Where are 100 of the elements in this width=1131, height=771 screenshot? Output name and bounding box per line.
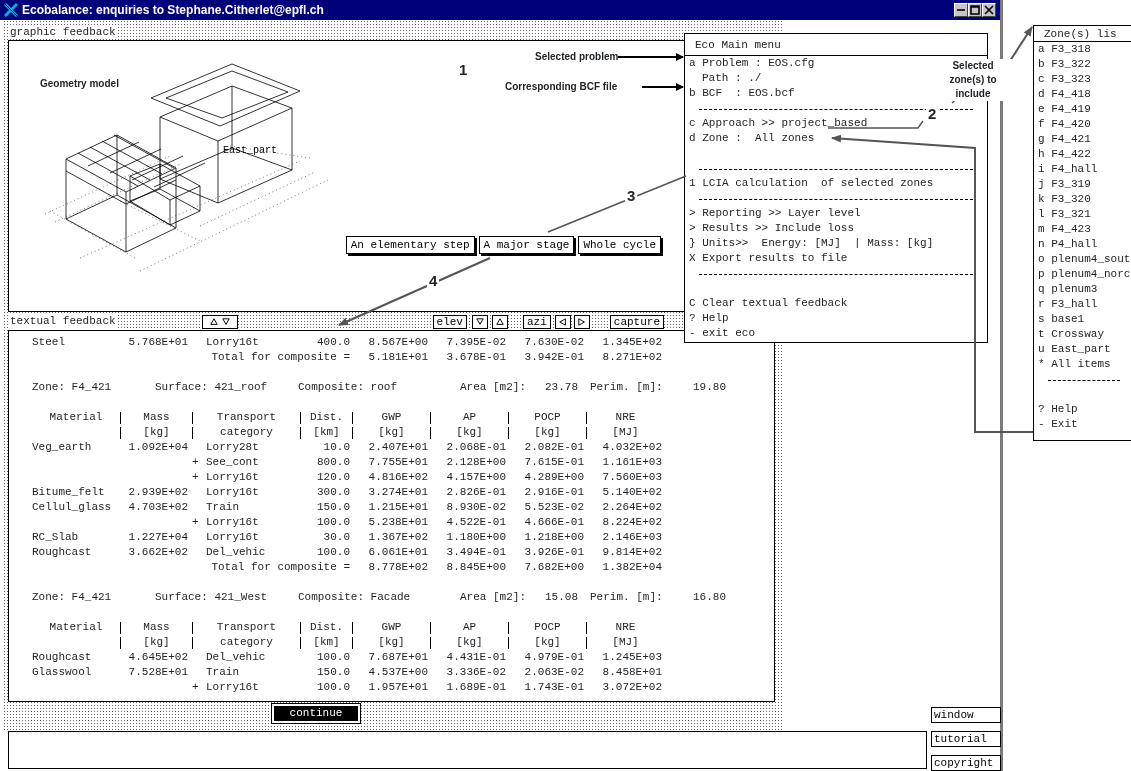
menu-item[interactable]: q plenum3 (1038, 283, 1098, 295)
menu-item[interactable]: c F3_323 (1038, 73, 1091, 85)
table-cell: 2.939E+02 (128, 486, 188, 498)
column-header: [kg] (534, 426, 561, 438)
menu-item[interactable]: m F4_423 (1038, 223, 1091, 235)
maximize-icon (970, 5, 980, 15)
up-button[interactable] (491, 314, 508, 329)
side-button[interactable]: copyright (931, 755, 1001, 771)
menu-item[interactable]: p plenum4_norc (1038, 268, 1131, 280)
right-triangle-icon (577, 317, 586, 326)
table-cell: 2.826E-01 (446, 486, 506, 498)
menu-item[interactable]: } Units>> Energy: [MJ] | Mass: [kg] (689, 237, 934, 249)
table-cell: 30.0 (323, 531, 350, 543)
toolbar-button[interactable]: azi (522, 314, 551, 329)
minimize-button[interactable] (954, 3, 968, 17)
down-triangle-icon (475, 317, 484, 326)
menu-item[interactable]: b F3_322 (1038, 58, 1091, 70)
maximize-button[interactable] (968, 3, 982, 17)
menu-item[interactable]: f F4_420 (1038, 118, 1091, 130)
menu-item[interactable]: - Exit (1038, 418, 1078, 430)
menu-item[interactable]: C Clear textual feedback (689, 297, 848, 309)
column-header: GWP (381, 621, 402, 633)
annotation-number: 4 (427, 273, 440, 289)
menu-item[interactable]: 1 LCIA calculation of selected zones (689, 177, 934, 189)
continuation-mark: + (192, 515, 200, 530)
menu-item[interactable]: b BCF : EOS.bcf (689, 87, 795, 99)
menu-item[interactable]: - exit eco (689, 327, 755, 339)
column-header: [MJ] (612, 426, 639, 438)
table-cell: 2.407E+01 (368, 441, 428, 453)
menu-item[interactable]: d F4_418 (1038, 88, 1091, 100)
table-cell: 4.816E+02 (368, 471, 428, 483)
table-cell: 4.979E-01 (524, 651, 584, 663)
table-cell: 5.181E+01 (368, 351, 428, 363)
menu-item[interactable]: ? Help (689, 312, 729, 324)
menu-item[interactable]: a F3_318 (1038, 43, 1091, 55)
column-header: NRE (615, 621, 636, 633)
menu-item[interactable]: e F4_419 (1038, 103, 1091, 115)
menu-item[interactable]: g F4_421 (1038, 133, 1091, 145)
table-cell: Lorry16t (206, 485, 259, 500)
menu-item[interactable]: l F3_321 (1038, 208, 1091, 220)
table-cell: Roughcast (32, 546, 92, 558)
table-cell: 2.916E-01 (524, 486, 584, 498)
right-button[interactable] (573, 314, 590, 329)
menu-item[interactable]: i F4_hall (1038, 163, 1098, 175)
down-button[interactable] (471, 314, 488, 329)
menu-item[interactable]: X Export results to file (689, 252, 848, 264)
table-cell: 6.061E+01 (368, 546, 428, 558)
column-header: category (220, 426, 273, 438)
step-button[interactable]: Whole cycle (578, 236, 661, 254)
menu-item[interactable]: o plenum4_sout (1038, 253, 1131, 265)
menu-item[interactable]: ? Help (1038, 403, 1078, 415)
menu-item[interactable]: > Results >> Include loss (689, 222, 855, 234)
step-button[interactable]: An elementary step (345, 236, 475, 254)
table-cell: 8.567E+00 (368, 336, 428, 348)
table-cell: 8.458E+01 (602, 666, 662, 678)
table-cell: 7.755E+01 (368, 456, 428, 468)
side-button[interactable]: tutorial (931, 731, 1001, 747)
menu-title: Zone(s) lis (1044, 28, 1117, 40)
table-cell: Del_vehic (206, 650, 266, 665)
menu-item[interactable]: > Reporting >> Layer level (689, 207, 861, 219)
menu-item[interactable]: c Approach >> project_based (689, 117, 868, 129)
menu-item[interactable]: s base1 (1038, 313, 1085, 325)
menu-item[interactable]: * All items (1038, 358, 1111, 370)
close-button[interactable] (982, 3, 996, 17)
continue-button[interactable]: continue (272, 704, 360, 723)
column-header: Dist. (310, 411, 343, 423)
table-cell: Del_vehic (206, 545, 266, 560)
scroll-toggle-button[interactable] (201, 314, 238, 329)
side-button[interactable]: window (931, 707, 1001, 723)
area-value: 23.78 (545, 381, 578, 393)
menu-item[interactable]: r F3_hall (1038, 298, 1098, 310)
menu-item[interactable]: n P4_hall (1038, 238, 1098, 250)
column-header: Material (49, 411, 103, 423)
menu-item[interactable]: j F3_319 (1038, 178, 1091, 190)
table-cell: 5.768E+01 (128, 336, 188, 348)
menu-item[interactable]: k F3_320 (1038, 193, 1091, 205)
toolbar-button[interactable]: capture (609, 314, 664, 329)
up-triangle-icon (209, 317, 218, 326)
table-cell: 150.0 (317, 501, 350, 513)
menu-item[interactable]: h F4_422 (1038, 148, 1091, 160)
menu-item[interactable]: a Problem : EOS.cfg (689, 57, 815, 69)
table-cell: 8.930E-02 (446, 501, 506, 513)
menu-item[interactable]: Path : ./ (702, 72, 762, 84)
table-cell: 1.743E-01 (524, 681, 584, 693)
x-logo-icon (4, 3, 18, 17)
column-header: [kg] (378, 636, 405, 648)
table-cell: 100.0 (317, 546, 350, 558)
menu-item[interactable]: d Zone : All zones (689, 132, 815, 144)
step-button[interactable]: A major stage (478, 236, 575, 254)
table-cell: See_cont (206, 455, 259, 470)
toolbar-button[interactable]: elev (432, 314, 467, 329)
column-header: POCP (534, 621, 561, 633)
column-header: Material (49, 621, 103, 633)
table-cell: 4.032E+02 (602, 441, 662, 453)
table-cell: 800.0 (317, 456, 350, 468)
menu-item[interactable]: t Crossway (1038, 328, 1104, 340)
table-cell: 120.0 (317, 471, 350, 483)
left-button[interactable] (554, 314, 571, 329)
command-field[interactable] (8, 731, 927, 769)
menu-item[interactable]: u East_part (1038, 343, 1111, 355)
